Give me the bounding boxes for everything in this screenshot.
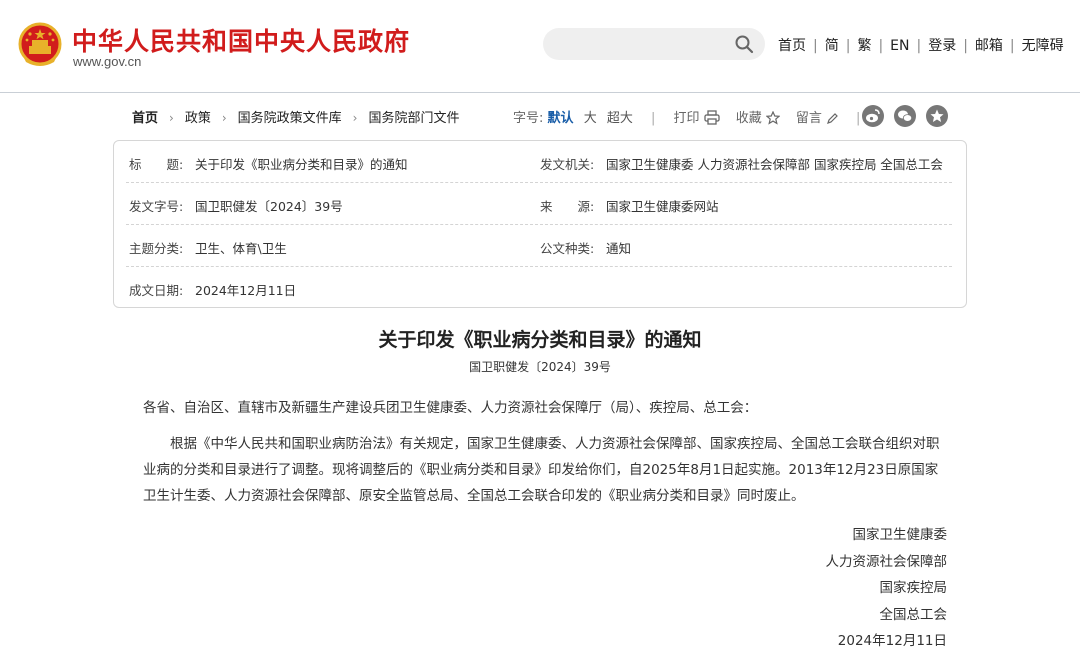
info-date-label: 成文日期: [129,283,184,298]
weibo-share-button[interactable] [862,105,884,127]
article-title: 关于印发《职业病分类和目录》的通知 [378,329,702,351]
star-icon [765,111,780,125]
document-info-card: 标 题: 关于印发《职业病分类和目录》的通知 发文机关: 国家卫生健康委 人力资… [113,140,967,308]
nav-simplified[interactable]: 简 [825,38,839,54]
national-emblem-icon[interactable] [18,22,62,68]
info-issuer-label: 发文机关: [540,157,595,172]
nav-accessibility[interactable]: 无障碍 [1022,38,1064,54]
favorite-label: 收藏 [735,111,762,126]
breadcrumb-department-files[interactable]: 国务院部门文件 [368,111,459,126]
nav-traditional[interactable]: 繁 [857,38,871,54]
nav-divider: | [963,38,968,54]
info-date-value: 2024年12月11日 [195,283,297,298]
info-title-label: 标 题: [129,157,184,172]
breadcrumb-separator: › [221,111,227,125]
signer-nhc: 国家卫生健康委 [852,527,948,543]
nav-divider: | [813,38,818,54]
tools-divider: | [651,111,656,126]
font-size-large[interactable]: 大 [584,111,597,126]
pencil-icon [826,113,838,124]
comment-button[interactable]: 留言 [796,111,838,126]
site-title[interactable]: 中华人民共和国中央人民政府 [72,22,410,58]
comment-label: 留言 [795,111,822,126]
font-size-label: 字号: [513,111,544,126]
info-row-title: 标 题: 关于印发《职业病分类和目录》的通知 发文机关: 国家卫生健康委 人力资… [126,141,952,183]
nav-home[interactable]: 首页 [778,38,806,54]
font-size-xlarge[interactable]: 超大 [607,111,633,126]
info-issuer-value: 国家卫生健康委 人力资源社会保障部 国家疾控局 全国总工会 [606,157,943,172]
info-source-value: 国家卫生健康委网站 [606,199,719,214]
breadcrumb-separator: › [169,111,174,125]
info-row-topic: 主题分类: 卫生、体育\卫生 公文种类: 通知 [126,225,952,267]
signer-ndcpa: 国家疾控局 [879,580,948,596]
signing-date: 2024年12月11日 [837,633,947,649]
nav-divider: | [1009,38,1015,54]
print-label: 打印 [673,111,700,126]
article-doc-number: 国卫职健发〔2024〕39号 [469,360,611,374]
search-icon[interactable] [734,34,754,54]
nav-mail[interactable]: 邮箱 [975,38,1003,54]
favorite-share-button[interactable] [926,105,948,127]
info-topic-label: 主题分类: [129,241,184,256]
star-icon [930,109,944,122]
breadcrumb-home[interactable]: 首页 [132,111,158,126]
wechat-share-button[interactable] [894,105,916,127]
search-input[interactable] [543,28,765,60]
info-topic-value: 卫生、体育\卫生 [195,241,287,256]
signer-acftu: 全国总工会 [879,606,948,623]
weibo-icon [866,109,880,123]
nav-login[interactable]: 登录 [928,38,956,54]
favorite-button[interactable]: 收藏 [736,111,780,126]
info-docno-label: 发文字号: [129,199,184,214]
font-size-default[interactable]: 默认 [548,111,574,126]
tools-divider: | [856,111,861,126]
article-body-paragraph: 根据《中华人民共和国职业病防治法》有关规定，国家卫生健康委、人力资源社会保障部、… [143,436,940,504]
breadcrumb-policy[interactable]: 政策 [185,111,211,126]
info-docno-value: 国卫职健发〔2024〕39号 [195,199,343,214]
info-type-value: 通知 [606,241,632,256]
site-header: 中华人民共和国中央人民政府 www.gov.cn 首页 | 简 | 繁 | EN | 登录 | 邮箱… [0,0,1080,93]
nav-divider: | [845,38,851,54]
nav-english[interactable]: EN [890,38,909,54]
info-type-label: 公文种类: [540,241,595,256]
top-nav: 首页 | 简 | 繁 | EN | 登录 | 邮箱 | 无障碍 [778,35,1064,55]
breadcrumb-policy-library[interactable]: 国务院政策文件库 [238,111,342,126]
info-row-date: 成文日期: 2024年12月11日 [126,267,952,308]
info-title-value: 关于印发《职业病分类和目录》的通知 [195,157,408,172]
info-source-label: 来 源: [540,199,595,214]
nav-divider: | [916,38,922,54]
print-button[interactable]: 打印 [673,110,720,126]
breadcrumb: 首页 › 政策 › 国务院政策文件库 › 国务院部门文件 [132,107,460,126]
site-domain: www.gov.cn [73,54,142,69]
info-row-docno: 发文字号: 国卫职健发〔2024〕39号 来 源: 国家卫生健康委网站 [126,183,952,225]
article-tools: 字号: 默认 大 超大 | 打印 收藏 留言 | [513,107,874,126]
wechat-icon [898,110,913,122]
nav-divider: | [878,38,884,54]
article-salutation: 各省、自治区、直辖市及新疆生产建设兵团卫生健康委、人力资源社会保障厅（局）、疾控… [143,400,758,416]
article-signers: 国家卫生健康委 人力资源社会保障部 国家疾控局 全国总工会 2024年12月11… [826,522,948,655]
breadcrumb-separator: › [352,111,358,125]
signer-mohrss: 人力资源社会保障部 [825,553,948,570]
printer-icon [703,110,720,125]
